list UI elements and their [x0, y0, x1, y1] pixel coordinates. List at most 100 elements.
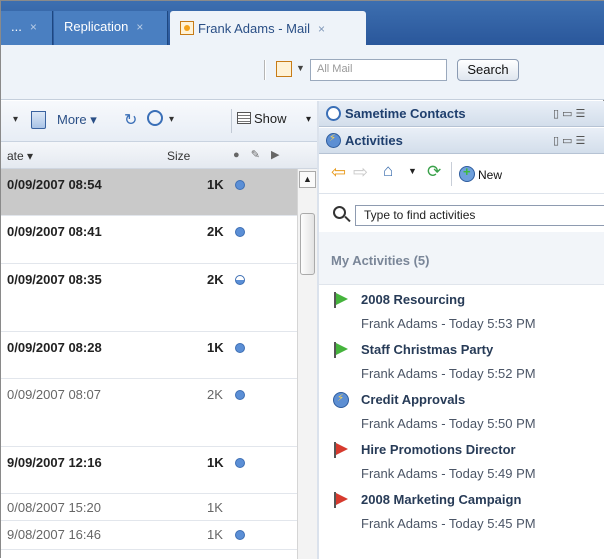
table-row[interactable]: 0/09/2007 08:41 2K — [1, 216, 297, 264]
search-scope-icon[interactable] — [276, 61, 292, 77]
unread-icon — [235, 227, 245, 237]
find-icon[interactable] — [147, 110, 163, 126]
activities-icon — [326, 133, 341, 148]
activity-name[interactable]: 2008 Marketing Campaign — [361, 492, 521, 507]
green-flag-icon — [333, 342, 349, 358]
close-icon[interactable]: × — [136, 20, 143, 34]
message-date: 0/09/2007 08:07 — [7, 387, 101, 402]
table-row[interactable]: 0/09/2007 08:54 1K — [1, 169, 297, 216]
back-arrow-icon[interactable]: ⇦ — [331, 162, 346, 183]
table-row[interactable]: 0/08/2007 15:20 1K — [1, 494, 297, 521]
activity-icon — [333, 392, 349, 408]
forward-arrow-icon[interactable]: ⇨ — [353, 162, 368, 183]
size-column-header[interactable]: Size — [167, 149, 190, 163]
list-item[interactable]: 2008 Resourcing Frank Adams - Today 5:53… — [319, 287, 604, 337]
list-item[interactable]: Staff Christmas Party Frank Adams - Toda… — [319, 337, 604, 387]
more-label: More — [57, 112, 87, 127]
list-icon — [237, 112, 251, 124]
mail-icon — [180, 21, 194, 35]
show-button[interactable]: Show — [237, 111, 287, 126]
table-row[interactable]: 9/08/2007 16:46 1K — [1, 521, 297, 550]
search-input[interactable]: All Mail — [310, 59, 447, 81]
message-list: 0/09/2007 08:54 1K 0/09/2007 08:41 2K 0/… — [1, 169, 297, 550]
activity-name[interactable]: Credit Approvals — [361, 392, 465, 407]
refresh-icon[interactable]: ⟳ — [427, 162, 441, 182]
sametime-header[interactable]: Sametime Contacts ▯▭☰ — [319, 101, 604, 127]
message-size: 1K — [207, 527, 223, 542]
activity-meta: Frank Adams - Today 5:52 PM — [361, 366, 536, 381]
message-date: 9/09/2007 12:16 — [7, 455, 102, 470]
table-row[interactable]: 0/09/2007 08:35 2K — [1, 264, 297, 332]
app-window: ... × Replication × Frank Adams - Mail × ▼ … — [0, 0, 604, 559]
unread-icon — [235, 458, 245, 468]
activity-name[interactable]: Staff Christmas Party — [361, 342, 493, 357]
list-item[interactable]: Hire Promotions Director Frank Adams - T… — [319, 437, 604, 487]
list-item[interactable]: 2008 Marketing Campaign Frank Adams - To… — [319, 487, 604, 537]
activity-meta: Frank Adams - Today 5:49 PM — [361, 466, 536, 481]
activity-meta: Frank Adams - Today 5:45 PM — [361, 516, 536, 531]
section-label: My Activities (5) — [331, 253, 430, 268]
message-size: 2K — [207, 224, 224, 239]
status-column-icons[interactable]: ● ✎ ▶ — [233, 148, 283, 161]
message-size: 1K — [207, 500, 223, 515]
activity-name[interactable]: Hire Promotions Director — [361, 442, 516, 457]
message-date: 0/09/2007 08:41 — [7, 224, 102, 239]
activity-search-input[interactable]: Type to find activities — [355, 205, 604, 226]
chevron-down-icon[interactable]: ▾ — [169, 114, 174, 125]
tab-mail[interactable]: Frank Adams - Mail × — [170, 11, 366, 45]
search-button[interactable]: Search — [457, 59, 519, 81]
partially-read-icon — [235, 275, 245, 285]
scroll-thumb[interactable] — [300, 213, 315, 275]
scroll-up-icon[interactable]: ▲ — [299, 171, 316, 188]
chevron-down-icon[interactable]: ▼ — [296, 63, 305, 73]
new-icon — [459, 164, 475, 182]
toolbar-separator — [231, 109, 232, 133]
toolbar-separator — [451, 162, 452, 186]
more-button[interactable]: More ▾ — [57, 112, 97, 128]
close-icon[interactable]: × — [30, 20, 37, 34]
list-item[interactable]: Credit Approvals Frank Adams - Today 5:5… — [319, 387, 604, 437]
activities-list: 2008 Resourcing Frank Adams - Today 5:53… — [319, 287, 604, 537]
chevron-down-icon[interactable]: ▾ — [13, 114, 18, 125]
green-flag-icon — [333, 292, 349, 308]
action-bar: ▼ All Mail Search — [1, 45, 604, 100]
tab-previous[interactable]: ... × — [1, 11, 53, 45]
message-size: 2K — [207, 272, 224, 287]
my-activities-section[interactable]: My Activities (5) — [319, 232, 604, 285]
sametime-title: Sametime Contacts — [345, 106, 466, 121]
date-column-header[interactable]: ate ▾ — [7, 149, 33, 163]
activities-header[interactable]: Activities ▯▭☰ — [319, 128, 604, 154]
status-dot-icon — [235, 530, 245, 540]
activities-title: Activities — [345, 133, 403, 148]
refresh-icon[interactable]: ↻ — [124, 110, 137, 130]
table-row[interactable]: 9/09/2007 12:16 1K — [1, 447, 297, 494]
close-icon[interactable]: × — [318, 22, 325, 36]
tab-bar: ... × Replication × Frank Adams - Mail × — [1, 1, 604, 45]
new-activity-button[interactable]: New — [459, 163, 502, 182]
chevron-down-icon[interactable]: ▼ — [408, 166, 417, 176]
message-date: 0/08/2007 15:20 — [7, 500, 101, 515]
column-header: ate ▾ Size ● ✎ ▶ — [1, 142, 318, 169]
message-size: 1K — [207, 340, 224, 355]
show-label: Show — [254, 111, 287, 126]
trash-icon[interactable] — [31, 111, 46, 129]
table-row[interactable]: 0/09/2007 08:28 1K — [1, 332, 297, 379]
message-size: 1K — [207, 455, 224, 470]
toolbar-separator — [264, 60, 266, 80]
unread-icon — [235, 343, 245, 353]
activity-name[interactable]: 2008 Resourcing — [361, 292, 465, 307]
panel-menu-icons[interactable]: ▯▭☰ — [553, 107, 588, 120]
message-size: 2K — [207, 387, 223, 402]
panel-menu-icons[interactable]: ▯▭☰ — [553, 134, 588, 147]
tab-replication[interactable]: Replication × — [54, 11, 168, 45]
search-icon — [333, 206, 346, 219]
activity-meta: Frank Adams - Today 5:53 PM — [361, 316, 536, 331]
status-dot-icon — [235, 390, 245, 400]
tab-label: ... — [11, 19, 22, 34]
message-date: 9/08/2007 16:46 — [7, 527, 101, 542]
message-date: 0/09/2007 08:35 — [7, 272, 102, 287]
table-row[interactable]: 0/09/2007 08:07 2K — [1, 379, 297, 447]
vertical-scrollbar[interactable]: ▲ — [297, 169, 317, 559]
chevron-down-icon[interactable]: ▾ — [306, 114, 311, 125]
home-icon[interactable]: ⌂ — [383, 161, 393, 181]
